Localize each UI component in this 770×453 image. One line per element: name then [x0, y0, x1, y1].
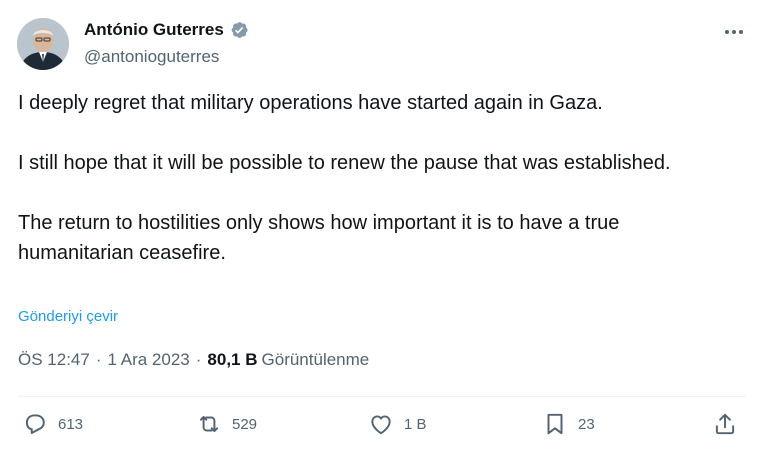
tweet-card: António Guterres @antonioguterres I deep… — [0, 0, 770, 453]
retweet-icon — [199, 415, 219, 433]
avatar[interactable] — [17, 18, 69, 70]
more-options-icon[interactable] — [722, 22, 746, 42]
retweet-count: 529 — [232, 415, 258, 433]
tweet-date[interactable]: 1 Ara 2023 — [108, 350, 190, 370]
retweet-button[interactable]: 529 — [196, 411, 257, 437]
views-label: Görüntülenme — [261, 350, 370, 369]
author-name-row: António Guterres — [84, 20, 249, 40]
author-handle[interactable]: @antonioguterres — [84, 47, 219, 67]
reply-button[interactable]: 613 — [22, 411, 83, 437]
like-button[interactable]: 1 B — [368, 411, 427, 437]
tweet-meta: ÖS 12:47 · 1 Ara 2023 · 80,1 B Görüntüle… — [18, 350, 369, 370]
bookmark-icon — [547, 413, 563, 435]
bookmark-count: 23 — [578, 415, 595, 433]
reply-count: 613 — [58, 415, 84, 433]
tweet-paragraph: The return to hostilities only shows how… — [18, 212, 620, 264]
like-count: 1 B — [404, 415, 427, 433]
separator-dot: · — [95, 350, 102, 369]
bookmark-button[interactable]: 23 — [542, 411, 595, 437]
tweet-paragraph: I still hope that it will be possible to… — [18, 152, 671, 174]
divider — [18, 396, 746, 397]
translate-link[interactable]: Gönderiyi çevir — [18, 308, 118, 325]
separator-dot: · — [195, 350, 202, 369]
share-icon — [715, 413, 735, 435]
tweet-paragraph: I deeply regret that military operations… — [18, 92, 603, 114]
author-name[interactable]: António Guterres — [84, 20, 224, 40]
tweet-time[interactable]: ÖS 12:47 — [18, 350, 90, 370]
action-bar: 613 529 1 B 23 — [22, 411, 748, 443]
verified-badge-icon[interactable] — [229, 20, 249, 40]
share-button[interactable] — [712, 411, 738, 437]
tweet-text: I deeply regret that military operations… — [18, 88, 738, 268]
avatar-image — [17, 18, 69, 70]
reply-icon — [25, 414, 45, 434]
views-count: 80,1 B — [207, 350, 258, 369]
heart-icon — [371, 415, 391, 435]
